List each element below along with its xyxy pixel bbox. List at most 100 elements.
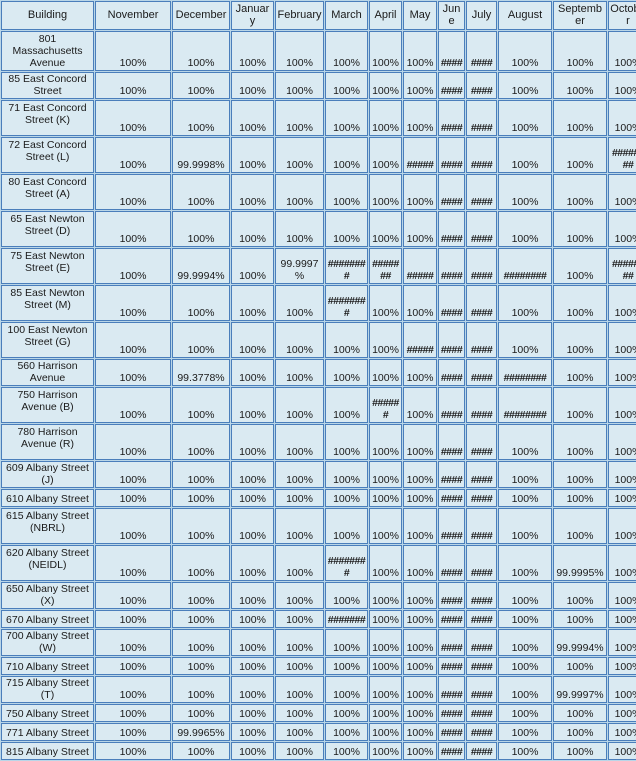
- uptime-cell[interactable]: 100%: [608, 742, 636, 760]
- column-header-july[interactable]: July: [466, 1, 497, 30]
- uptime-cell[interactable]: ####: [466, 137, 497, 173]
- uptime-cell-highlighted-pink[interactable]: ########: [498, 359, 552, 386]
- uptime-cell[interactable]: 100%: [369, 508, 402, 544]
- uptime-cell[interactable]: 100%: [369, 359, 402, 386]
- uptime-cell[interactable]: 100%: [608, 100, 636, 136]
- uptime-cell[interactable]: 100%: [172, 676, 230, 703]
- building-name-cell[interactable]: 710 Albany Street: [1, 657, 94, 675]
- uptime-cell[interactable]: 100%: [403, 424, 437, 460]
- uptime-cell[interactable]: 100%: [231, 387, 274, 423]
- uptime-cell[interactable]: 100%: [325, 387, 368, 423]
- uptime-cell[interactable]: 100%: [403, 387, 437, 423]
- uptime-cell[interactable]: 100%: [498, 424, 552, 460]
- uptime-cell[interactable]: ####: [466, 704, 497, 722]
- uptime-cell[interactable]: 100%: [553, 31, 607, 71]
- building-name-cell[interactable]: 75 East Newton Street (E): [1, 248, 94, 284]
- building-name-cell[interactable]: 560 Harrison Avenue: [1, 359, 94, 386]
- uptime-cell[interactable]: ####: [466, 211, 497, 247]
- building-name-cell[interactable]: 815 Albany Street: [1, 742, 94, 760]
- uptime-cell[interactable]: ####: [438, 322, 465, 358]
- uptime-cell[interactable]: ####: [438, 387, 465, 423]
- uptime-cell[interactable]: 100%: [369, 704, 402, 722]
- uptime-cell[interactable]: ####: [438, 174, 465, 210]
- uptime-cell[interactable]: 100%: [369, 100, 402, 136]
- uptime-cell[interactable]: 100%: [231, 545, 274, 581]
- building-name-cell[interactable]: 750 Harrison Avenue (B): [1, 387, 94, 423]
- uptime-cell[interactable]: 100%: [275, 137, 324, 173]
- uptime-cell[interactable]: 100%: [553, 248, 607, 284]
- uptime-cell[interactable]: 100%: [403, 489, 437, 507]
- uptime-cell[interactable]: 100%: [608, 657, 636, 675]
- building-name-cell[interactable]: 750 Albany Street: [1, 704, 94, 722]
- uptime-cell[interactable]: 100%: [172, 629, 230, 656]
- uptime-cell[interactable]: 100%: [498, 174, 552, 210]
- uptime-cell[interactable]: ####: [438, 676, 465, 703]
- uptime-cell[interactable]: 100%: [369, 657, 402, 675]
- uptime-cell[interactable]: ####: [438, 508, 465, 544]
- uptime-cell[interactable]: 100%: [553, 723, 607, 741]
- uptime-cell[interactable]: ####: [438, 424, 465, 460]
- uptime-cell[interactable]: 100%: [608, 582, 636, 609]
- uptime-cell[interactable]: 100%: [403, 285, 437, 321]
- building-name-cell[interactable]: 650 Albany Street (X): [1, 582, 94, 609]
- uptime-cell[interactable]: 100%: [275, 285, 324, 321]
- uptime-cell[interactable]: 100%: [95, 582, 171, 609]
- uptime-cell[interactable]: 100%: [231, 676, 274, 703]
- uptime-cell[interactable]: 100%: [275, 100, 324, 136]
- uptime-cell[interactable]: 100%: [95, 508, 171, 544]
- uptime-cell[interactable]: 100%: [498, 629, 552, 656]
- building-name-cell[interactable]: 780 Harrison Avenue (R): [1, 424, 94, 460]
- building-name-cell[interactable]: 610 Albany Street: [1, 489, 94, 507]
- uptime-cell[interactable]: 100%: [95, 100, 171, 136]
- uptime-cell[interactable]: 100%: [498, 610, 552, 628]
- uptime-cell-highlighted-pink[interactable]: ########: [325, 285, 368, 321]
- uptime-cell[interactable]: 100%: [325, 461, 368, 488]
- uptime-cell[interactable]: ####: [466, 248, 497, 284]
- uptime-cell[interactable]: 100%: [608, 387, 636, 423]
- uptime-cell[interactable]: 100%: [275, 211, 324, 247]
- column-header-may[interactable]: May: [403, 1, 437, 30]
- uptime-cell-highlighted-pink[interactable]: #######: [325, 610, 368, 628]
- uptime-cell[interactable]: 100%: [325, 723, 368, 741]
- uptime-cell-highlighted-pink[interactable]: 99.3778%: [172, 359, 230, 386]
- uptime-cell[interactable]: ####: [438, 704, 465, 722]
- building-name-cell[interactable]: 715 Albany Street (T): [1, 676, 94, 703]
- uptime-cell[interactable]: 100%: [95, 723, 171, 741]
- uptime-cell[interactable]: 100%: [553, 174, 607, 210]
- building-name-cell[interactable]: 609 Albany Street (J): [1, 461, 94, 488]
- uptime-cell[interactable]: 100%: [608, 461, 636, 488]
- column-header-november[interactable]: November: [95, 1, 171, 30]
- uptime-cell[interactable]: 100%: [608, 508, 636, 544]
- uptime-cell[interactable]: ####: [466, 582, 497, 609]
- uptime-cell[interactable]: 100%: [403, 211, 437, 247]
- uptime-cell[interactable]: 100%: [325, 742, 368, 760]
- uptime-cell[interactable]: 100%: [403, 100, 437, 136]
- uptime-cell[interactable]: 100%: [498, 508, 552, 544]
- uptime-cell[interactable]: 100%: [608, 72, 636, 99]
- uptime-cell[interactable]: 100%: [95, 742, 171, 760]
- uptime-cell[interactable]: 100%: [498, 723, 552, 741]
- uptime-cell[interactable]: 100%: [95, 387, 171, 423]
- uptime-cell[interactable]: 100%: [608, 545, 636, 581]
- uptime-cell[interactable]: 100%: [275, 322, 324, 358]
- uptime-cell-highlighted-pink[interactable]: 99.9998%: [172, 137, 230, 173]
- uptime-cell[interactable]: ####: [466, 545, 497, 581]
- uptime-cell[interactable]: 100%: [498, 72, 552, 99]
- uptime-cell[interactable]: 100%: [369, 174, 402, 210]
- uptime-cell[interactable]: 100%: [403, 704, 437, 722]
- column-header-january[interactable]: January: [231, 1, 274, 30]
- uptime-cell[interactable]: 100%: [369, 610, 402, 628]
- uptime-cell-highlighted-pink[interactable]: 99.9997%: [553, 676, 607, 703]
- building-name-cell[interactable]: 71 East Concord Street (K): [1, 100, 94, 136]
- uptime-cell[interactable]: 100%: [231, 657, 274, 675]
- building-name-cell[interactable]: 670 Albany Street: [1, 610, 94, 628]
- uptime-cell[interactable]: 100%: [95, 285, 171, 321]
- uptime-cell[interactable]: 100%: [369, 742, 402, 760]
- uptime-cell-highlighted-pink[interactable]: #####: [403, 248, 437, 284]
- uptime-cell[interactable]: 100%: [325, 211, 368, 247]
- uptime-cell[interactable]: 100%: [231, 489, 274, 507]
- column-header-february[interactable]: February: [275, 1, 324, 30]
- uptime-cell[interactable]: 100%: [231, 424, 274, 460]
- uptime-cell[interactable]: ####: [466, 489, 497, 507]
- uptime-cell[interactable]: ####: [466, 285, 497, 321]
